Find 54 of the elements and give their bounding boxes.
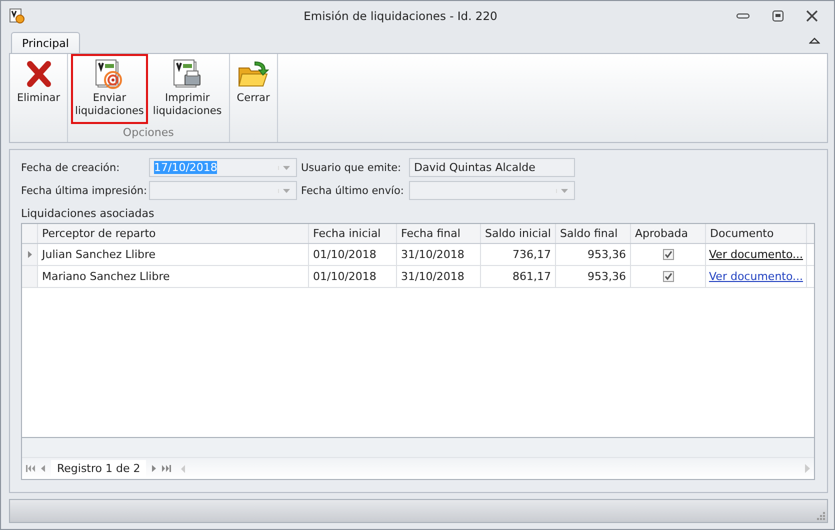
- column-header[interactable]: Aprobada: [631, 224, 706, 243]
- collapse-ribbon-icon[interactable]: [809, 37, 820, 45]
- close-icon[interactable]: [806, 10, 818, 22]
- column-header[interactable]: Saldo final: [556, 224, 631, 243]
- ribbon-button[interactable]: Cerrar: [232, 54, 274, 124]
- user-field[interactable]: David Quintas Alcalde: [409, 158, 575, 177]
- table-cell: 953,36: [556, 244, 631, 265]
- table-cell: 01/10/2018: [309, 266, 397, 287]
- window-title: Emisión de liquidaciones - Id. 220: [302, 9, 498, 23]
- column-header[interactable]: Perceptor de reparto: [38, 224, 309, 243]
- table-cell: Mariano Sanchez Llibre: [38, 266, 309, 287]
- document-link[interactable]: Ver documento...: [709, 270, 803, 283]
- dropdown-icon[interactable]: [556, 188, 568, 192]
- column-header[interactable]: Documento: [706, 224, 807, 243]
- checkbox[interactable]: [662, 271, 674, 282]
- table-cell: 861,17: [481, 266, 556, 287]
- print-document-icon: [171, 58, 204, 90]
- ribbon-button[interactable]: Imprimir liquidaciones: [148, 54, 226, 124]
- table-cell: 736,17: [481, 244, 556, 265]
- document-link[interactable]: Ver documento...: [709, 248, 803, 261]
- date-field[interactable]: [409, 181, 575, 200]
- date-field[interactable]: [149, 181, 297, 200]
- maximize-icon[interactable]: [772, 10, 784, 22]
- group-label: Opciones: [122, 126, 174, 139]
- field-label: Fecha de creación:: [21, 162, 121, 174]
- column-header[interactable]: Saldo inicial: [481, 224, 556, 243]
- scroll-left-icon[interactable]: [181, 464, 186, 472]
- app-icon: [9, 8, 25, 24]
- dropdown-icon[interactable]: [278, 188, 290, 192]
- table-cell: 01/10/2018: [309, 244, 397, 265]
- table-cell: 31/10/2018: [397, 266, 481, 287]
- minimize-icon[interactable]: [736, 12, 750, 20]
- table-cell: 953,36: [556, 266, 631, 287]
- field-label: Usuario que emite:: [301, 162, 402, 174]
- table-cell: 31/10/2018: [397, 244, 481, 265]
- scroll-right-icon[interactable]: [805, 464, 810, 473]
- section-title: Liquidaciones asociadas: [21, 207, 156, 220]
- ribbon-button[interactable]: Eliminar: [13, 54, 64, 124]
- row-header[interactable]: [22, 244, 38, 265]
- field-label: Fecha último envío:: [301, 184, 405, 196]
- last-record-icon[interactable]: [162, 465, 172, 472]
- column-header[interactable]: Fecha final: [397, 224, 481, 243]
- checkbox[interactable]: [662, 249, 674, 260]
- field-label: Fecha última impresión:: [21, 184, 145, 196]
- dropdown-icon[interactable]: [278, 166, 290, 170]
- previous-record-icon[interactable]: [41, 465, 45, 472]
- table-cell: Julian Sanchez Llibre: [38, 244, 309, 265]
- ribbon-tab[interactable]: Principal: [11, 32, 80, 53]
- record-counter: Registro 1 de 2: [51, 460, 146, 477]
- first-record-icon[interactable]: [26, 465, 35, 472]
- next-record-icon[interactable]: [152, 465, 156, 472]
- resize-grip-icon[interactable]: [816, 511, 825, 520]
- column-header[interactable]: Fecha inicial: [309, 224, 397, 243]
- ribbon-button[interactable]: Enviar liquidaciones: [71, 54, 148, 124]
